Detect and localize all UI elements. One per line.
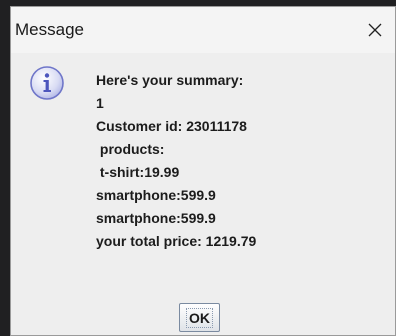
message-text: Here's your summary: 1 Customer id: 2301… xyxy=(96,69,256,253)
message-line: Customer id: 23011178 xyxy=(96,118,247,134)
message-line: smartphone:599.9 xyxy=(96,210,216,226)
close-icon xyxy=(368,23,382,37)
ok-button[interactable]: OK xyxy=(179,303,220,332)
message-line: Here's your summary: xyxy=(96,72,244,88)
close-button[interactable] xyxy=(355,7,395,53)
message-line: 1 xyxy=(96,95,104,111)
message-dialog: Message Here's your summary: 1 Customer … xyxy=(10,6,396,336)
message-line: products: xyxy=(96,141,165,157)
message-line: t-shirt:19.99 xyxy=(96,164,180,180)
ok-button-label: OK xyxy=(186,307,213,328)
message-line: your total price: 1219.79 xyxy=(96,233,257,249)
message-line: smartphone:599.9 xyxy=(96,187,216,203)
information-icon xyxy=(30,66,64,100)
dialog-title: Message xyxy=(15,20,84,39)
title-bar[interactable]: Message xyxy=(11,7,395,53)
